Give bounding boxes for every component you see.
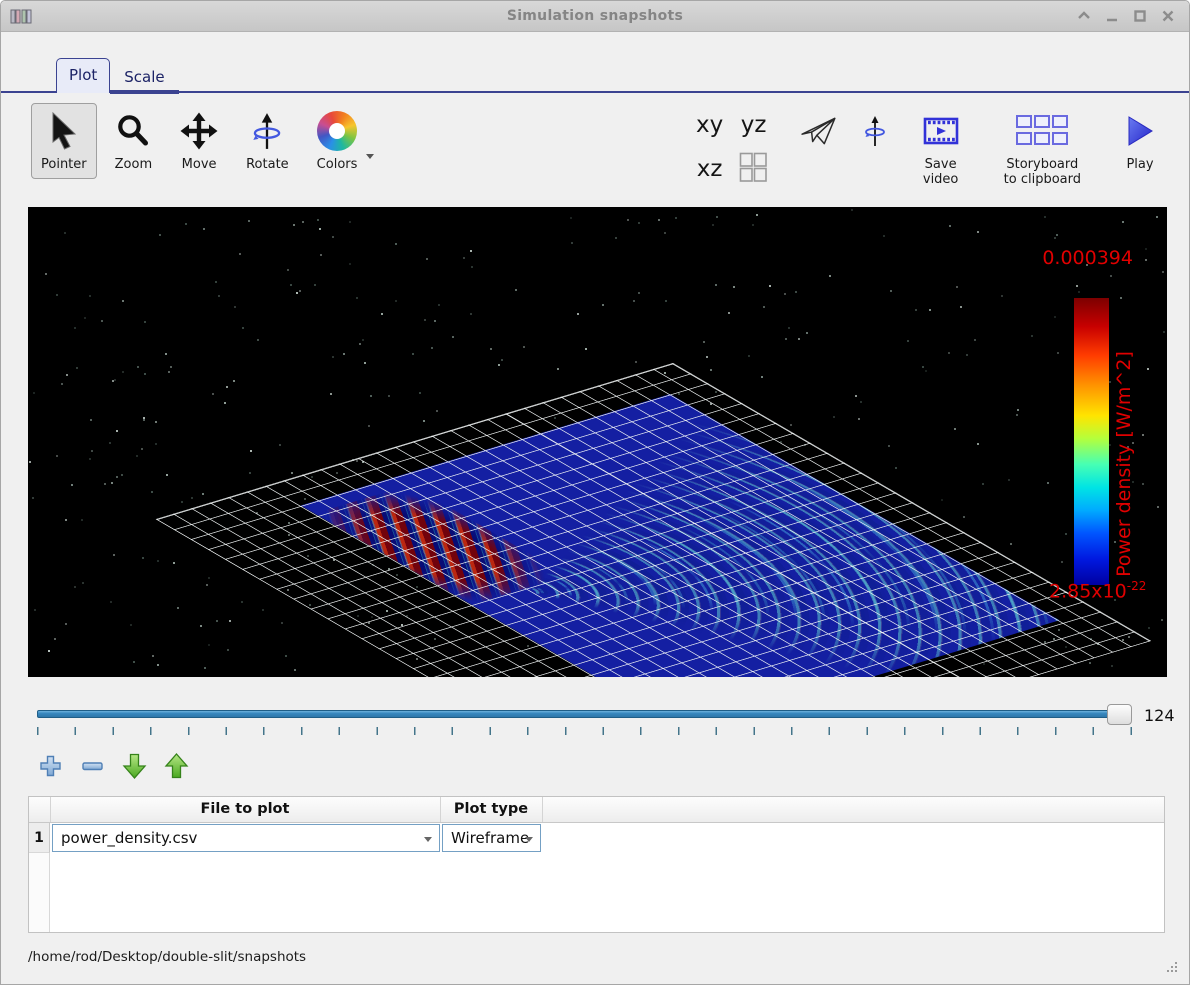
colors-button[interactable]: Colors <box>307 103 385 179</box>
status-path: /home/rod/Desktop/double-slit/snapshots <box>28 949 306 965</box>
grid-2x2-icon <box>739 152 768 183</box>
files-table: File to plot Plot type 1 power_density.c… <box>28 796 1165 933</box>
magnifier-icon <box>115 113 151 149</box>
play-button[interactable]: Play <box>1115 103 1165 179</box>
view-yz-button[interactable]: yz <box>741 114 767 137</box>
colorbar-title: Power density [W/m^2] <box>1113 344 1135 584</box>
up-arrow-icon <box>166 754 187 778</box>
view-xz-button[interactable]: xz <box>697 158 723 181</box>
chevron-down-icon <box>424 837 432 842</box>
add-row-button[interactable] <box>37 751 64 781</box>
resize-grip[interactable] <box>1167 962 1179 974</box>
close-icon <box>1160 8 1176 24</box>
zoom-button[interactable]: Zoom <box>105 103 162 179</box>
shade-button[interactable] <box>1075 7 1093 25</box>
window-titlebar[interactable]: Simulation snapshots <box>1 1 1189 32</box>
save-video-button[interactable]: Savevideo <box>912 103 970 194</box>
auto-rotate-button[interactable] <box>862 103 888 159</box>
paper-plane-button[interactable] <box>800 103 838 159</box>
storyboard-icon <box>1015 113 1069 149</box>
chevron-up-icon <box>1076 8 1092 24</box>
dropdown-caret-icon[interactable] <box>366 154 374 159</box>
down-arrow-icon <box>124 755 145 779</box>
move-row-up-button[interactable] <box>163 751 190 781</box>
window-title: Simulation snapshots <box>1 8 1189 24</box>
pointer-button[interactable]: Pointer <box>31 103 97 179</box>
toolbar: Pointer Zoom Move Rotate <box>31 103 1165 195</box>
rotation-axis-icon <box>862 114 888 148</box>
chevron-down-icon <box>525 837 533 842</box>
tab-bar: Plot Scale <box>1 59 1189 93</box>
view-grid-button[interactable] <box>739 152 768 187</box>
rotate-button[interactable]: Rotate <box>236 103 299 179</box>
close-button[interactable] <box>1159 7 1177 25</box>
row-index[interactable]: 1 <box>29 823 50 853</box>
slider-handle[interactable] <box>1107 704 1132 725</box>
column-header-file: File to plot <box>50 801 440 817</box>
scene-3d <box>28 207 1167 677</box>
wireframe-grid <box>156 363 1151 677</box>
view-buttons: xy yz xz <box>688 103 776 191</box>
table-header: File to plot Plot type <box>29 797 1164 823</box>
minus-icon <box>83 763 102 770</box>
move-button[interactable]: Move <box>170 103 228 179</box>
play-icon <box>1125 113 1155 149</box>
slider-ticks <box>37 727 1133 735</box>
view-xy-button[interactable]: xy <box>696 114 723 137</box>
colorbar <box>1074 298 1109 585</box>
storyboard-button[interactable]: Storyboardto clipboard <box>994 103 1091 194</box>
pointer-icon <box>46 111 82 151</box>
tab-scale[interactable]: Scale <box>110 61 178 94</box>
slider-value: 124 <box>1144 706 1175 725</box>
timeline-slider: 124 <box>28 704 1188 740</box>
file-select[interactable]: power_density.csv <box>52 824 440 852</box>
minimize-icon <box>1104 8 1120 24</box>
move-row-down-button[interactable] <box>121 751 148 781</box>
plot-canvas[interactable]: 0.000394 2.85x10-22 Power density [W/m^2… <box>28 207 1167 677</box>
paper-plane-icon <box>800 114 838 148</box>
plus-icon <box>41 757 60 776</box>
film-icon <box>922 115 960 147</box>
maximize-icon <box>1132 8 1148 24</box>
tab-plot[interactable]: Plot <box>56 58 110 93</box>
slider-track[interactable] <box>37 710 1132 718</box>
wireframe-plane <box>156 363 1151 677</box>
remove-row-button[interactable] <box>79 751 106 781</box>
rotate-icon <box>248 111 286 151</box>
maximize-button[interactable] <box>1131 7 1149 25</box>
row-actions <box>37 751 190 781</box>
column-header-type: Plot type <box>440 801 542 817</box>
plot-type-select[interactable]: Wireframe <box>442 824 541 852</box>
minimize-button[interactable] <box>1103 7 1121 25</box>
colorbar-max-label: 0.000394 <box>1011 247 1133 269</box>
color-wheel-icon <box>317 111 357 151</box>
move-icon <box>180 112 218 150</box>
app-window: Simulation snapshots Plot Scale Pointer … <box>0 0 1190 985</box>
